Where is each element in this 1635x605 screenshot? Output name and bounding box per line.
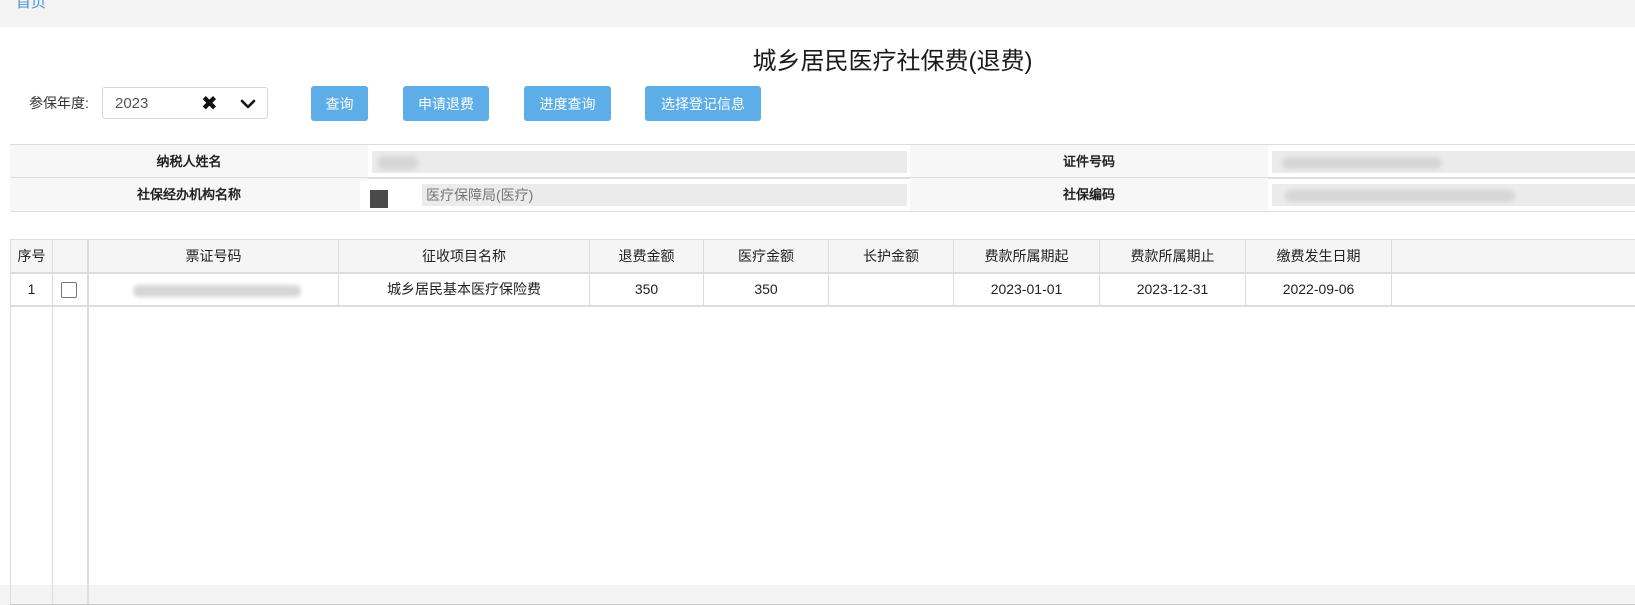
clear-icon[interactable]: ✖ xyxy=(201,91,218,116)
chevron-down-icon[interactable] xyxy=(239,95,257,113)
id-number-label: 证件号码 xyxy=(910,145,1268,178)
social-code-label: 社保编码 xyxy=(910,178,1268,211)
info-row-taxpayer: 纳税人姓名 证件号码 xyxy=(10,144,1635,179)
taxpayer-name-label: 纳税人姓名 xyxy=(10,145,368,178)
agency-value: 医疗保障局(医疗) xyxy=(372,184,907,206)
progress-query-button[interactable]: 进度查询 xyxy=(524,86,611,121)
row-medical-amount: 350 xyxy=(704,274,829,305)
col-refund-amount: 退费金额 xyxy=(590,240,704,273)
apply-refund-button[interactable]: 申请退费 xyxy=(403,86,489,121)
row-period-start: 2023-01-01 xyxy=(954,274,1100,305)
select-registration-button[interactable]: 选择登记信息 xyxy=(645,86,761,121)
row-checkbox[interactable] xyxy=(61,282,77,298)
refund-table: 序号 票证号码 征收项目名称 退费金额 医疗金额 长护金额 费款所属期起 费款所… xyxy=(10,239,1635,605)
query-button[interactable]: 查询 xyxy=(311,86,368,121)
col-pay-date: 缴费发生日期 xyxy=(1246,240,1392,273)
taxpayer-name-value xyxy=(372,151,907,173)
col-index: 序号 xyxy=(11,240,53,273)
row-index: 1 xyxy=(11,274,53,305)
row-period-end: 2023-12-31 xyxy=(1100,274,1246,305)
col-ltc-amount: 长护金额 xyxy=(829,240,954,273)
col-period-start: 费款所属期起 xyxy=(954,240,1100,273)
column-divider xyxy=(87,239,89,604)
redacted-mask xyxy=(1285,190,1515,202)
redacted-mask xyxy=(370,190,388,208)
table-row[interactable]: 1 城乡居民基本医疗保险费 350 350 2023-01-01 2023-12… xyxy=(11,274,1635,307)
col-medical-amount: 医疗金额 xyxy=(704,240,829,273)
agency-label: 社保经办机构名称 xyxy=(10,178,368,211)
col-period-end: 费款所属期止 xyxy=(1100,240,1246,273)
col-select xyxy=(53,240,89,273)
info-row-agency: 社保经办机构名称 医疗保障局(医疗) 社保编码 xyxy=(10,177,1635,212)
row-item-name: 城乡居民基本医疗保险费 xyxy=(339,274,590,305)
row-pay-date: 2022-09-06 xyxy=(1246,274,1392,305)
row-ltc-amount xyxy=(829,274,954,305)
row-refund-amount: 350 xyxy=(590,274,704,305)
redacted-mask xyxy=(378,156,418,170)
year-select-value: 2023 xyxy=(115,95,149,112)
table-header: 序号 票证号码 征收项目名称 退费金额 医疗金额 长护金额 费款所属期起 费款所… xyxy=(11,239,1635,274)
redacted-mask xyxy=(1282,157,1442,169)
year-filter-label: 参保年度: xyxy=(29,95,89,111)
col-item-name: 征收项目名称 xyxy=(339,240,590,273)
redacted-mask xyxy=(133,285,301,297)
back-link[interactable]: 首页 xyxy=(16,0,46,12)
top-strip: 首页 xyxy=(0,0,1635,27)
column-divider xyxy=(52,274,53,604)
col-ticket-no: 票证号码 xyxy=(89,240,339,273)
main-panel: 城乡居民医疗社保费(退费) 参保年度: 2023 ✖ 查询 申请退费 进度查询 … xyxy=(0,27,1635,605)
year-select[interactable]: 2023 ✖ xyxy=(102,87,268,119)
page-title: 城乡居民医疗社保费(退费) xyxy=(752,48,1033,75)
